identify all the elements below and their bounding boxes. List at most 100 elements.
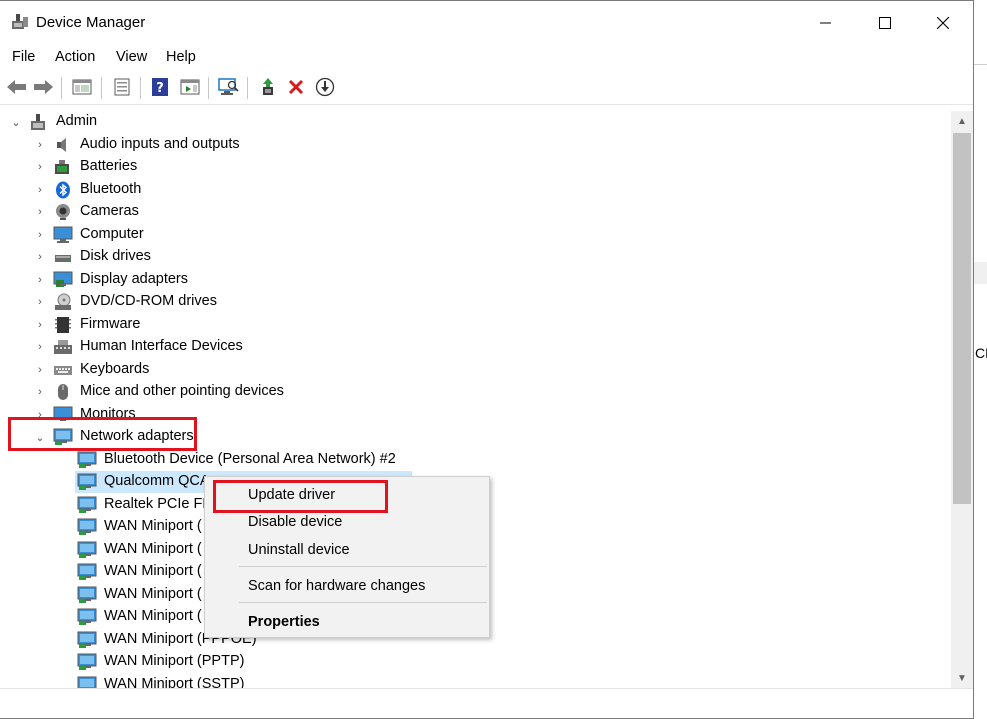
scroll-down-arrow-icon[interactable]: ▼ xyxy=(951,668,973,688)
tree-item-cameras[interactable]: › Cameras xyxy=(1,201,951,223)
uninstall-button[interactable] xyxy=(284,75,308,99)
tree-item-label: Computer xyxy=(80,225,144,242)
firmware-chip-icon xyxy=(55,316,71,333)
expand-chevron-icon[interactable]: › xyxy=(35,408,45,422)
network-adapter-icon xyxy=(77,541,97,558)
monitor-icon xyxy=(53,226,73,243)
menu-help[interactable]: Help xyxy=(166,49,196,65)
network-adapter-icon xyxy=(77,586,97,603)
context-menu: Update driver Disable device Uninstall d… xyxy=(204,476,490,638)
maximize-icon xyxy=(879,17,891,29)
background-shaded-row xyxy=(974,262,987,284)
tree-item-computer[interactable]: › Computer xyxy=(1,224,951,246)
menu-item-disable-device[interactable]: Disable device xyxy=(248,514,342,530)
expand-chevron-icon[interactable]: › xyxy=(35,385,45,399)
toolbar-separator xyxy=(101,77,102,99)
tree-item-label: Audio inputs and outputs xyxy=(80,135,240,152)
webcam-icon xyxy=(56,204,70,220)
collapse-chevron-icon[interactable]: ⌄ xyxy=(11,115,21,129)
tree-item-label: WAN Miniport ( xyxy=(104,585,202,602)
tree-item-batteries[interactable]: › Batteries xyxy=(1,156,951,178)
expand-chevron-icon[interactable]: › xyxy=(35,250,45,264)
network-adapter-icon xyxy=(77,451,97,468)
tree-item-label: Firmware xyxy=(80,315,141,332)
menu-action[interactable]: Action xyxy=(55,49,95,65)
menu-item-scan-hardware[interactable]: Scan for hardware changes xyxy=(248,578,425,594)
tree-item-bluetooth[interactable]: › Bluetooth xyxy=(1,179,951,201)
menu-view[interactable]: View xyxy=(116,49,147,65)
expand-chevron-icon[interactable]: › xyxy=(35,160,45,174)
network-adapter-icon xyxy=(77,631,97,648)
tree-item-monitors[interactable]: › Monitors xyxy=(1,404,951,426)
download-button[interactable] xyxy=(313,75,337,99)
tree-item-firmware[interactable]: › Firmware xyxy=(1,314,951,336)
network-device-row[interactable]: WAN Miniport (SSTP) xyxy=(1,674,951,689)
tree-root-admin[interactable]: ⌄ Admin xyxy=(1,111,951,133)
maximize-button[interactable] xyxy=(856,1,914,45)
show-action-pane-icon xyxy=(180,79,200,95)
bluetooth-icon xyxy=(56,181,70,198)
menu-file[interactable]: File xyxy=(12,49,35,65)
tree-item-label: Monitors xyxy=(80,405,136,422)
minimize-button[interactable] xyxy=(797,1,855,45)
menu-item-update-driver[interactable]: Update driver xyxy=(248,487,335,503)
network-adapter-icon xyxy=(77,473,97,490)
menu-bar: File Action View Help xyxy=(0,45,973,71)
properties-button[interactable] xyxy=(110,75,134,99)
network-adapter-icon xyxy=(77,563,97,580)
network-device-row[interactable]: Bluetooth Device (Personal Area Network)… xyxy=(1,449,951,471)
network-adapter-icon xyxy=(77,608,97,625)
expand-chevron-icon[interactable]: › xyxy=(35,295,45,309)
network-device-row[interactable]: WAN Miniport (PPTP) xyxy=(1,651,951,673)
expand-chevron-icon[interactable]: › xyxy=(35,138,45,152)
expand-chevron-icon[interactable]: › xyxy=(35,363,45,377)
expand-chevron-icon[interactable]: › xyxy=(35,205,45,219)
tree-item-label: Disk drives xyxy=(80,248,151,264)
close-button[interactable] xyxy=(914,1,972,45)
keyboard-icon xyxy=(54,365,72,375)
scroll-up-arrow-icon[interactable]: ▲ xyxy=(951,111,973,131)
tree-item-label: Network adapters xyxy=(80,428,194,444)
expand-chevron-icon[interactable]: › xyxy=(35,318,45,332)
tree-item-network-adapters[interactable]: ⌄ Network adapters xyxy=(1,426,951,448)
tree-item-dvd-drives[interactable]: › DVD/CD-ROM drives xyxy=(1,291,951,313)
tree-item-label: WAN Miniport ( xyxy=(104,518,202,534)
window-title: Device Manager xyxy=(36,14,146,31)
update-driver-button[interactable] xyxy=(256,75,280,99)
toolbar-separator xyxy=(61,77,62,99)
show-hide-console-tree-button[interactable] xyxy=(70,75,94,99)
expand-chevron-icon[interactable]: › xyxy=(35,273,45,287)
tree-item-audio[interactable]: › Audio inputs and outputs xyxy=(1,134,951,156)
expand-chevron-icon[interactable]: › xyxy=(35,340,45,354)
tree-item-label: Realtek PCIe FE xyxy=(104,495,212,512)
show-action-pane-button[interactable] xyxy=(178,75,202,99)
forward-icon xyxy=(34,80,53,94)
mouse-icon xyxy=(58,384,68,400)
scan-hardware-icon xyxy=(218,78,239,95)
battery-icon xyxy=(55,160,69,174)
collapse-chevron-icon[interactable]: ⌄ xyxy=(35,430,45,444)
forward-button[interactable] xyxy=(31,75,55,99)
back-icon xyxy=(7,80,26,94)
scan-hardware-button[interactable] xyxy=(217,75,241,99)
network-adapter-icon xyxy=(77,653,97,670)
tree-item-display-adapters[interactable]: › Display adapters xyxy=(1,269,951,291)
display-adapter-icon xyxy=(53,271,73,287)
expand-chevron-icon[interactable]: › xyxy=(35,228,45,242)
tree-item-mice[interactable]: › Mice and other pointing devices xyxy=(1,381,951,403)
tree-item-label: WAN Miniport (SSTP) xyxy=(104,675,245,689)
update-driver-icon xyxy=(263,78,273,95)
help-button[interactable]: ? xyxy=(148,75,172,99)
menu-item-uninstall-device[interactable]: Uninstall device xyxy=(248,542,350,558)
back-button[interactable] xyxy=(5,75,29,99)
title-bar[interactable]: Device Manager xyxy=(0,1,973,45)
menu-item-properties[interactable]: Properties xyxy=(248,614,320,630)
tree-item-hid[interactable]: › Human Interface Devices xyxy=(1,336,951,358)
vertical-scrollbar[interactable]: ▲ ▼ xyxy=(951,111,973,688)
scrollbar-thumb[interactable] xyxy=(953,133,971,504)
tree-item-keyboards[interactable]: › Keyboards xyxy=(1,359,951,381)
tree-item-disk-drives[interactable]: › Disk drives xyxy=(1,246,951,268)
expand-chevron-icon[interactable]: › xyxy=(35,183,45,197)
tree-item-label: Bluetooth Device (Personal Area Network)… xyxy=(104,450,396,467)
minimize-icon xyxy=(820,22,831,24)
